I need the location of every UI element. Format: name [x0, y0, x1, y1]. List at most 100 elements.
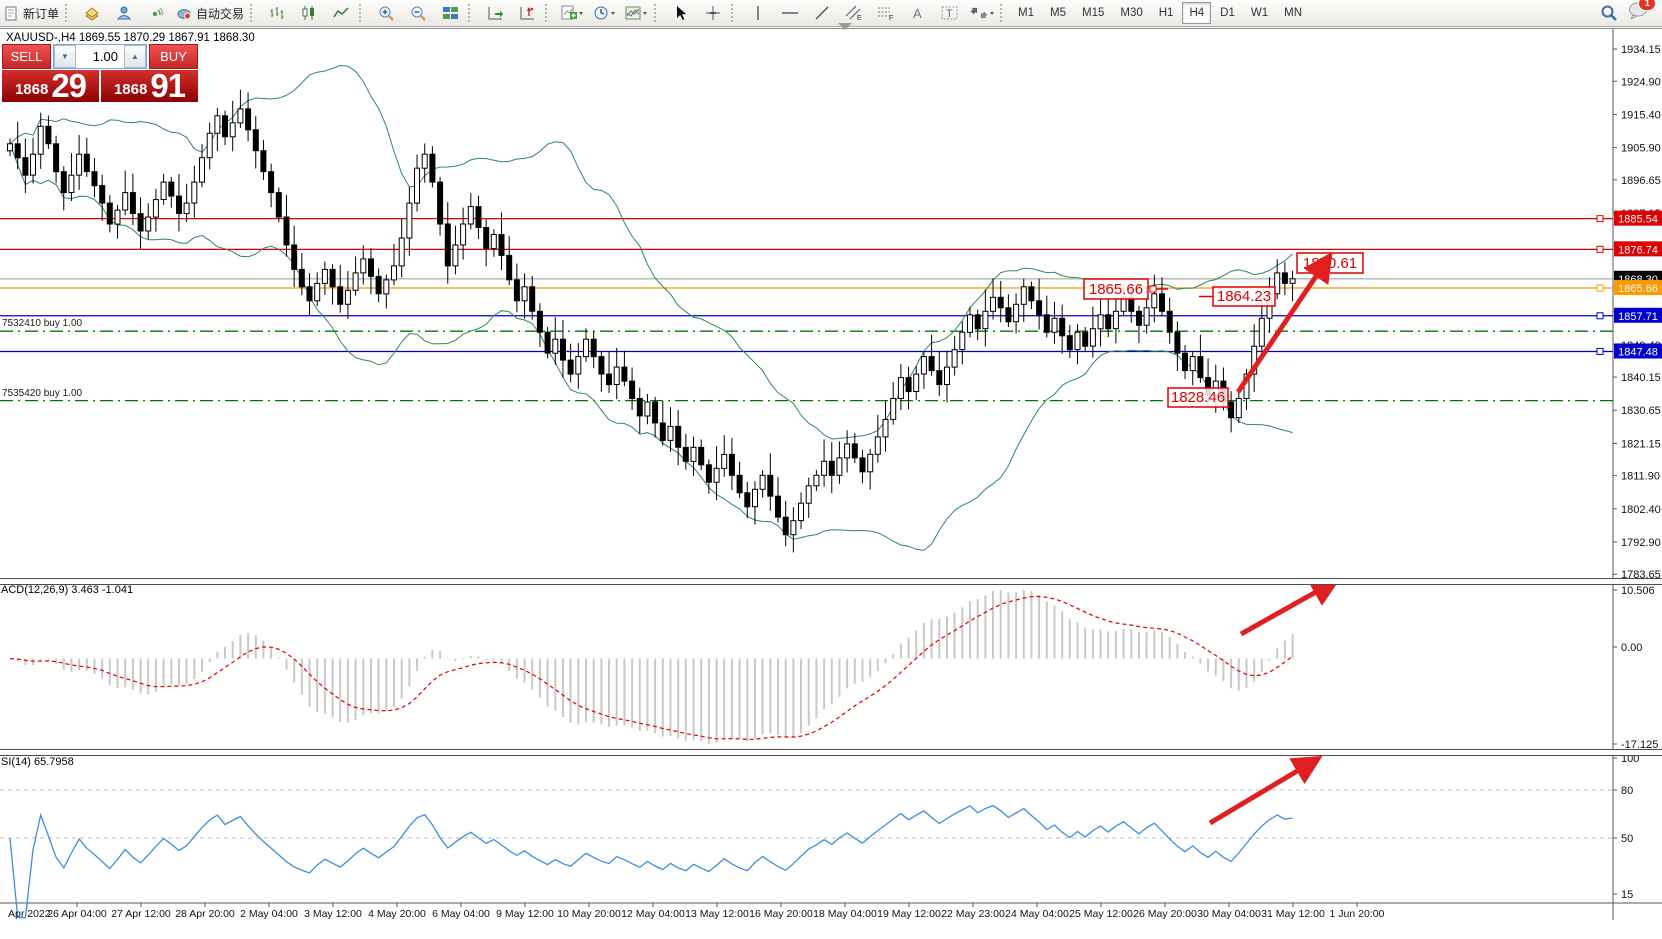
profiles-button[interactable] — [108, 1, 140, 25]
line-chart-icon — [333, 5, 350, 21]
svg-text:26 Apr 04:00: 26 Apr 04:00 — [47, 908, 107, 920]
time-axis[interactable]: Apr 202226 Apr 04:00 27 Apr 12:00 28 Apr 2… — [8, 903, 1385, 920]
svg-text:9 May 12:00: 9 May 12:00 — [496, 908, 554, 920]
volume-decrease-button[interactable]: ▼ — [54, 45, 76, 68]
sell-price-prefix: 1868 — [15, 79, 48, 101]
templates-button[interactable] — [620, 1, 652, 25]
svg-text:1830.65: 1830.65 — [1621, 405, 1661, 417]
volume-increase-button[interactable]: ▲ — [124, 45, 146, 68]
collapse-toolbar-arrow[interactable] — [838, 23, 852, 30]
periods-button[interactable] — [588, 1, 620, 25]
chart-shift-button[interactable] — [511, 1, 543, 25]
macd-indicator-label: ACD(12,26,9) 3.463 -1.041 — [1, 584, 133, 596]
rsi-panel-splitter[interactable] — [0, 749, 1662, 756]
timeframe-button-w1[interactable]: W1 — [1244, 2, 1275, 24]
vertical-line-button[interactable] — [742, 1, 774, 25]
tile-windows-button[interactable] — [434, 1, 466, 25]
svg-text:1857.71: 1857.71 — [1618, 311, 1658, 323]
arrows-button[interactable] — [966, 1, 998, 25]
svg-text:28 Apr 20:00: 28 Apr 20:00 — [175, 908, 235, 920]
crosshair-button[interactable] — [697, 1, 729, 25]
svg-text:1828.46: 1828.46 — [1171, 389, 1225, 406]
timeframe-button-m1[interactable]: M1 — [1011, 2, 1041, 24]
horizontal-line-button[interactable] — [774, 1, 806, 25]
red-arrow — [1210, 761, 1314, 823]
timeframe-button-h4[interactable]: H4 — [1182, 2, 1211, 24]
signal-icon — [148, 5, 164, 21]
toolbar-grip — [250, 4, 259, 22]
timeframe-button-m30[interactable]: M30 — [1113, 2, 1149, 24]
svg-text:22 May 23:00: 22 May 23:00 — [941, 908, 1005, 920]
text-label-button[interactable]: T — [934, 1, 966, 25]
svg-text:80: 80 — [1621, 785, 1633, 797]
svg-text:1792.90: 1792.90 — [1621, 537, 1661, 549]
channel-button[interactable]: E — [838, 1, 870, 25]
search-icon[interactable] — [1600, 4, 1618, 22]
timeframe-button-m15[interactable]: M15 — [1075, 2, 1111, 24]
macd-panel: 10.506 0.00 -17.125 — [10, 585, 1658, 751]
svg-text:31 May 12:00: 31 May 12:00 — [1261, 908, 1325, 920]
macd-panel-splitter[interactable] — [0, 578, 1662, 585]
buy-price[interactable]: 1868 91 — [101, 70, 198, 102]
buy-button[interactable]: BUY — [149, 44, 198, 69]
new-order-icon — [4, 6, 19, 21]
volume-value[interactable]: 1.00 — [76, 45, 124, 68]
cursor-button[interactable] — [665, 1, 697, 25]
svg-text:10 May 20:00: 10 May 20:00 — [557, 908, 621, 920]
zoom-out-icon — [410, 5, 427, 22]
text-button[interactable]: A — [902, 1, 934, 25]
sell-button[interactable]: SELL — [2, 44, 51, 69]
tile-windows-icon — [442, 5, 459, 21]
candle-chart-icon — [301, 5, 318, 21]
red-arrow — [1241, 583, 1332, 634]
trendline-icon — [814, 5, 830, 21]
signal-button[interactable] — [140, 1, 172, 25]
line-chart-button[interactable] — [325, 1, 357, 25]
chart-shift-icon — [519, 5, 536, 21]
sell-price[interactable]: 1868 29 — [2, 70, 99, 102]
svg-text:26 May 20:00: 26 May 20:00 — [1133, 908, 1197, 920]
trend-arrows[interactable] — [1210, 260, 1332, 823]
chat-button[interactable]: 1 — [1628, 2, 1648, 24]
toolbar-right: 1 — [1600, 2, 1662, 24]
zoom-out-button[interactable] — [402, 1, 434, 25]
fibonacci-button[interactable]: F — [870, 1, 902, 25]
zoom-in-button[interactable] — [370, 1, 402, 25]
svg-text:1811.90: 1811.90 — [1621, 471, 1660, 483]
timeframe-button-m5[interactable]: M5 — [1043, 2, 1073, 24]
price-axis-badges: 1885.541876.741868.301865.661857.711847.… — [1614, 211, 1662, 359]
svg-text:30 May 04:00: 30 May 04:00 — [1197, 908, 1261, 920]
svg-text:1865.66: 1865.66 — [1089, 281, 1143, 298]
toolbar-grip — [468, 4, 477, 22]
channel-icon: E — [845, 5, 863, 21]
svg-text:18 May 04:00: 18 May 04:00 — [813, 908, 877, 920]
chart-window-border — [0, 28, 1662, 29]
text-icon: A — [911, 5, 925, 21]
timeframe-button-h1[interactable]: H1 — [1152, 2, 1181, 24]
svg-text:4 May 20:00: 4 May 20:00 — [368, 908, 426, 920]
svg-text:0.00: 0.00 — [1621, 642, 1642, 654]
timeframe-button-mn[interactable]: MN — [1277, 2, 1309, 24]
indicators-button[interactable] — [556, 1, 588, 25]
svg-text:1905.90: 1905.90 — [1621, 143, 1661, 155]
bar-chart-button[interactable] — [261, 1, 293, 25]
svg-text:1885.54: 1885.54 — [1618, 214, 1658, 226]
trendline-button[interactable] — [806, 1, 838, 25]
svg-text:1802.40: 1802.40 — [1621, 504, 1661, 516]
autotrade-button[interactable]: 自动交易 — [172, 1, 248, 25]
new-order-button[interactable]: 新订单 — [0, 1, 63, 25]
svg-text:27 Apr 12:00: 27 Apr 12:00 — [111, 908, 171, 920]
candle-chart-button[interactable] — [293, 1, 325, 25]
svg-text:1876.74: 1876.74 — [1618, 244, 1658, 256]
horizontal-lines[interactable] — [0, 216, 1613, 401]
svg-text:1934.15: 1934.15 — [1621, 44, 1661, 56]
chart-canvas[interactable]: 1934.151924.901915.401905.901896.651887.… — [0, 0, 1662, 939]
gold-chart-button[interactable] — [76, 1, 108, 25]
autotrade-label: 自动交易 — [196, 5, 244, 22]
svg-text:1840.15: 1840.15 — [1621, 372, 1661, 384]
svg-text:Apr 2022: Apr 2022 — [8, 908, 51, 920]
toolbar-grip — [545, 4, 554, 22]
auto-scroll-button[interactable] — [479, 1, 511, 25]
cursor-icon — [674, 5, 688, 21]
timeframe-button-d1[interactable]: D1 — [1213, 2, 1242, 24]
